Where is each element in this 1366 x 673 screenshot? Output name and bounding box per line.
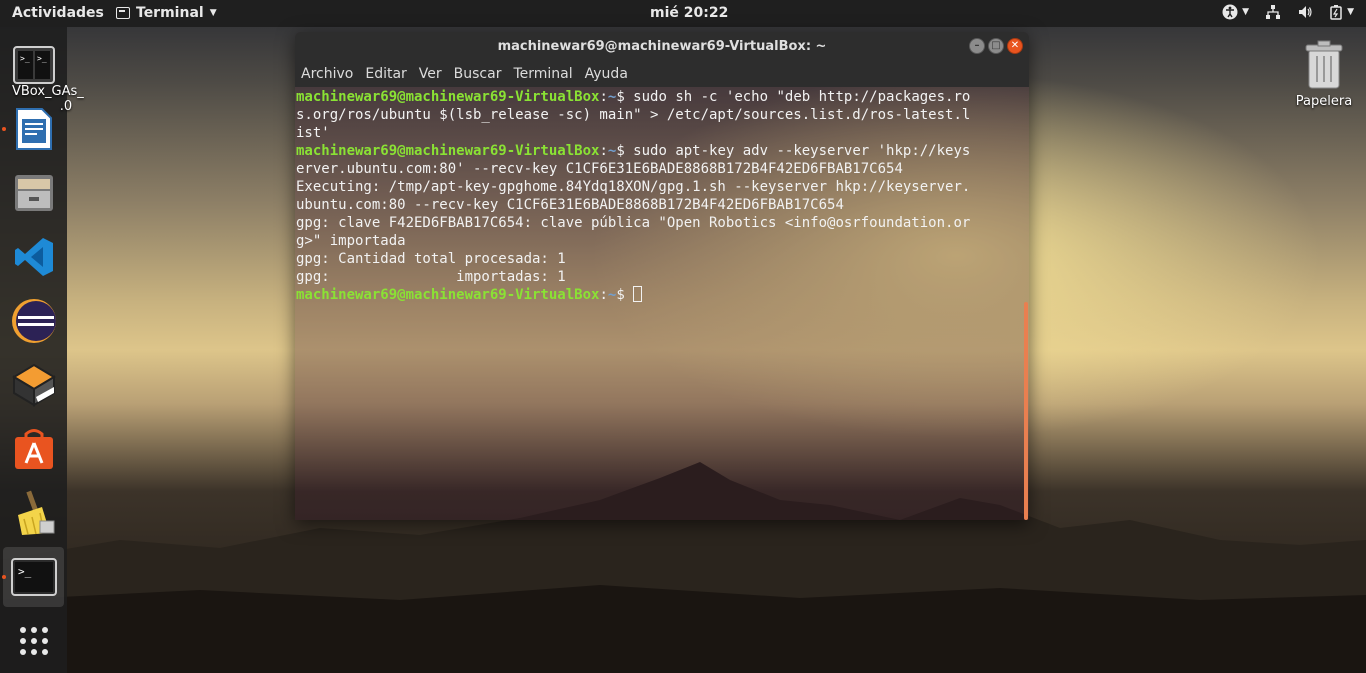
window-title: machinewar69@machinewar69-VirtualBox: ~ <box>497 39 827 54</box>
top-bar: Actividades Terminal ▼ mié 20:22 ▼ ▼ <box>0 0 1366 27</box>
terminal-line: ubuntu.com:80 --recv-key C1CF6E31E6BADE8… <box>296 197 844 213</box>
running-indicator <box>2 575 6 579</box>
terminal-line: ist' <box>296 125 330 141</box>
accessibility-menu[interactable]: ▼ <box>1222 4 1249 20</box>
clock[interactable]: mié 20:22 <box>650 5 728 21</box>
show-applications-button[interactable] <box>0 611 67 671</box>
terminal-icon <box>116 7 130 19</box>
dock-item-vscode[interactable] <box>0 227 67 287</box>
terminal-line: gpg: clave F42ED6FBAB17C654: clave públi… <box>296 215 971 231</box>
virtualbox-icon <box>11 363 56 407</box>
prompt-separator: : <box>599 89 608 105</box>
desktop-icon-label: Papelera <box>1295 94 1353 109</box>
prompt-dollar: $ <box>616 143 634 159</box>
close-button[interactable]: ✕ <box>1007 38 1023 54</box>
software-center-icon <box>14 429 53 469</box>
terminal-line: gpg: importadas: 1 <box>296 269 566 285</box>
menu-buscar[interactable]: Buscar <box>454 66 508 82</box>
terminal-line: gpg: Cantidad total procesada: 1 <box>296 251 566 267</box>
network-indicator[interactable] <box>1265 4 1281 20</box>
volume-indicator[interactable] <box>1297 4 1313 20</box>
app-menu[interactable]: Terminal ▼ <box>116 5 217 21</box>
menu-ayuda[interactable]: Ayuda <box>585 66 634 82</box>
menu-bar: Archivo Editar Ver Buscar Terminal Ayuda <box>295 61 1029 87</box>
menu-terminal[interactable]: Terminal <box>513 66 578 82</box>
prompt-separator: : <box>599 143 608 159</box>
chevron-down-icon: ▼ <box>1347 7 1354 17</box>
activities-button[interactable]: Actividades <box>12 5 104 21</box>
menu-editar[interactable]: Editar <box>365 66 412 82</box>
prompt-user: machinewar69@machinewar69-VirtualBox <box>296 287 600 303</box>
terminal-output[interactable]: machinewar69@machinewar69-VirtualBox:~$ … <box>296 88 1021 304</box>
dock: >_ >_ >_ <box>0 27 67 673</box>
svg-text:>_: >_ <box>20 54 30 63</box>
maximize-button[interactable]: □ <box>988 38 1004 54</box>
network-wired-icon <box>1266 5 1281 19</box>
svg-text:>_: >_ <box>37 54 47 63</box>
prompt-separator: : <box>599 287 608 303</box>
prompt-dollar: $ <box>616 89 634 105</box>
dock-item-virtualbox[interactable] <box>0 355 67 415</box>
desktop-icon-label: .0 <box>59 99 73 114</box>
broom-icon <box>17 490 54 535</box>
power-menu[interactable]: ▼ <box>1329 4 1354 20</box>
dock-item-files[interactable] <box>0 163 67 223</box>
text-cursor <box>633 286 643 302</box>
volume-icon <box>1299 6 1312 18</box>
dock-item-bleachbit[interactable] <box>0 483 67 543</box>
terminal-line: s.org/ros/ubuntu $(lsb_release -sc) main… <box>296 107 971 123</box>
svg-text:>_: >_ <box>18 565 32 578</box>
terminal-line: machinewar69@machinewar69-VirtualBox:~$ <box>296 286 1021 304</box>
terminal-line: Executing: /tmp/apt-key-gpghome.84Ydq18X… <box>296 179 971 195</box>
trash-icon <box>1305 40 1343 89</box>
menu-ver[interactable]: Ver <box>419 66 448 82</box>
dock-item-eclipse[interactable] <box>0 291 67 351</box>
command-text: sudo apt-key adv --keyserver 'hkp://keys <box>633 143 971 159</box>
terminal-icon: >_ >_ <box>12 46 55 84</box>
minimize-button[interactable]: – <box>969 38 985 54</box>
prompt-dollar: $ <box>616 287 634 303</box>
terminal-line: g>" importada <box>296 233 406 249</box>
terminal-line: machinewar69@machinewar69-VirtualBox:~$ … <box>296 142 1021 160</box>
terminal-line: machinewar69@machinewar69-VirtualBox:~$ … <box>296 88 1021 106</box>
menu-archivo[interactable]: Archivo <box>301 66 359 82</box>
dock-item-terminal[interactable]: >_ <box>2 547 64 607</box>
window-controls: – □ ✕ <box>969 38 1023 54</box>
close-icon: ✕ <box>1010 40 1020 51</box>
desktop-icon-trash[interactable]: Papelera <box>1290 40 1358 109</box>
accessibility-icon <box>1222 4 1238 20</box>
terminal-icon: >_ <box>10 558 57 596</box>
minimize-icon: – <box>974 40 980 51</box>
window-titlebar[interactable]: machinewar69@machinewar69-VirtualBox: ~ … <box>295 32 1029 61</box>
dock-item-software-center[interactable] <box>0 419 67 479</box>
desktop-icon-label: VBox_G <box>12 84 62 99</box>
chevron-down-icon: ▼ <box>209 8 217 18</box>
vscode-icon <box>14 238 53 276</box>
maximize-icon: □ <box>991 40 1001 51</box>
prompt-user: machinewar69@machinewar69-VirtualBox <box>296 89 600 105</box>
chevron-down-icon: ▼ <box>1242 7 1250 17</box>
app-menu-label: Terminal <box>136 5 204 21</box>
desktop-icon-vbox-guest-additions[interactable]: VBox_GAs_ .0 <box>12 84 84 114</box>
files-icon <box>14 175 53 211</box>
running-indicator <box>2 127 6 131</box>
grid-icon <box>19 627 48 655</box>
terminal-window: machinewar69@machinewar69-VirtualBox: ~ … <box>295 32 1029 520</box>
prompt-user: machinewar69@machinewar69-VirtualBox <box>296 143 600 159</box>
scrollbar[interactable] <box>1024 302 1028 520</box>
desktop-icon-label: As_ <box>61 84 84 99</box>
battery-icon <box>1330 5 1342 20</box>
command-text: sudo sh -c 'echo "deb http://packages.ro <box>633 89 971 105</box>
eclipse-icon <box>11 299 56 343</box>
terminal-line: erver.ubuntu.com:80' --recv-key C1CF6E31… <box>296 161 903 177</box>
system-tray: ▼ ▼ <box>1222 4 1354 20</box>
